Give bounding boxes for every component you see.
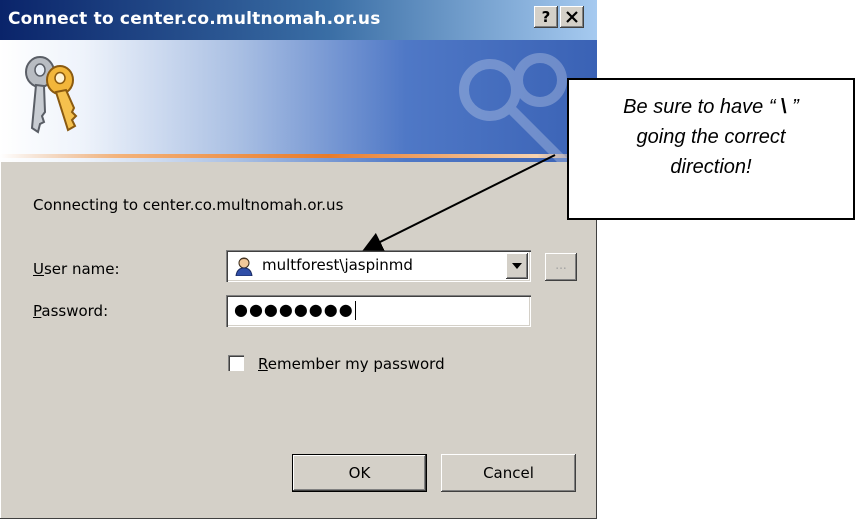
arrow-line [362, 154, 556, 251]
callout-arrow [362, 154, 556, 251]
